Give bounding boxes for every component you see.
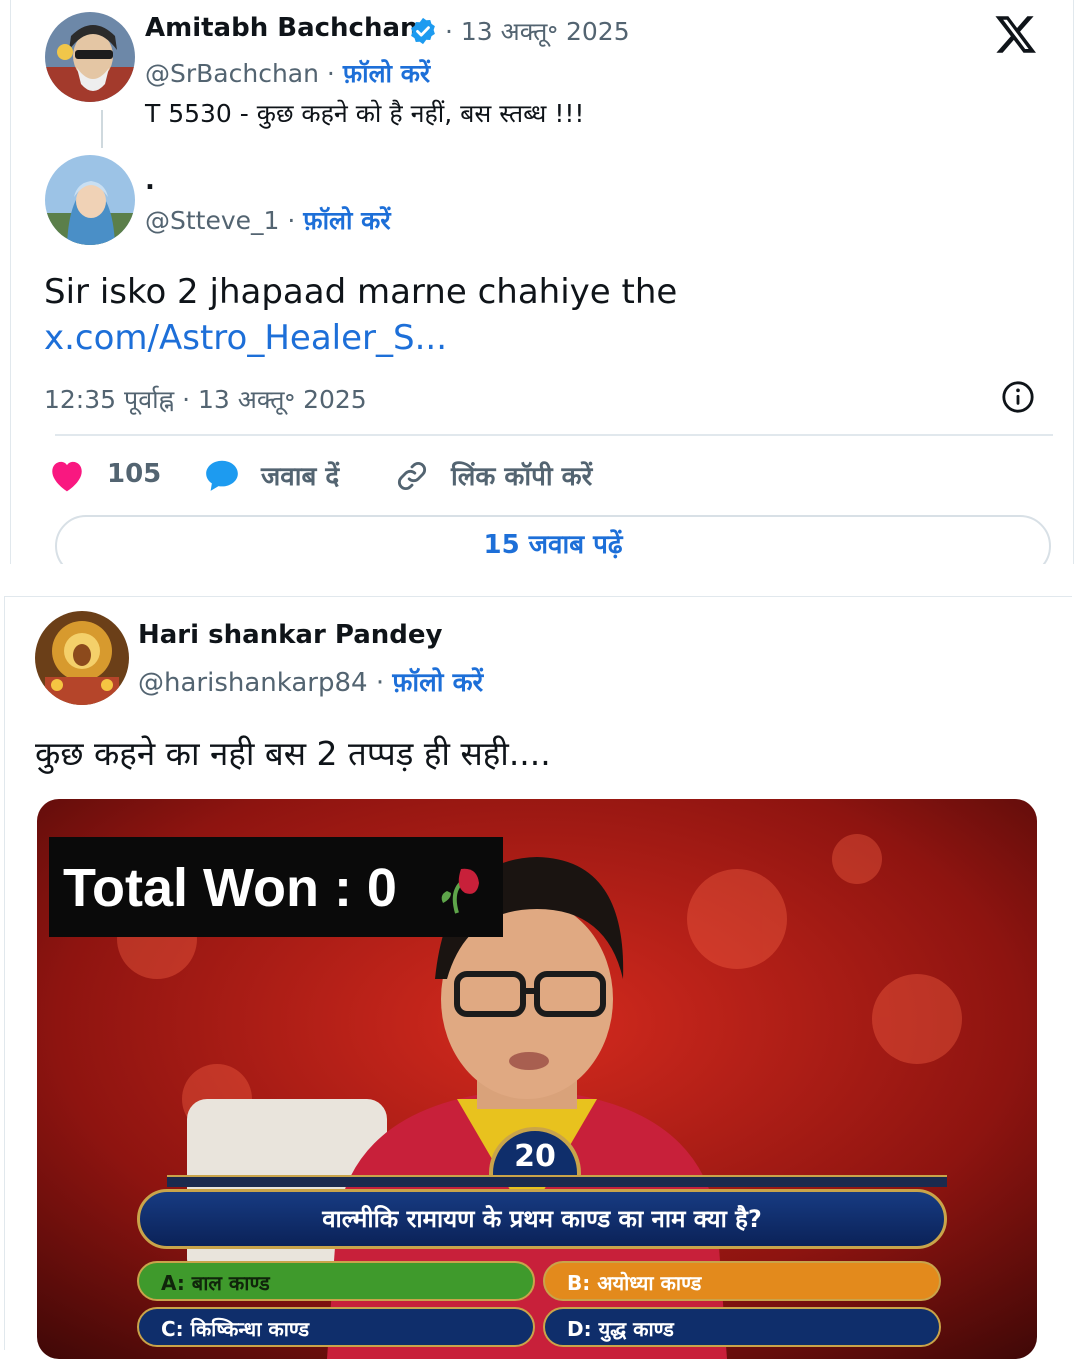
avatar-main-author[interactable] bbox=[45, 12, 135, 102]
main-tweet-text: T 5530 - कुछ कहने को है नहीं, बस स्तब्ध … bbox=[145, 99, 585, 128]
reply-action-label: जवाब दें bbox=[261, 462, 340, 492]
option-d: D: युद्ध काण्ड bbox=[543, 1307, 941, 1347]
card-gap bbox=[0, 564, 1080, 596]
question-box: वाल्मीकि रामायण के प्रथम काण्ड का नाम क्… bbox=[137, 1189, 947, 1249]
reply-tweet-link[interactable]: x.com/Astro_Healer_S... bbox=[44, 318, 447, 358]
reply-author-handle[interactable]: @Stteve_1 bbox=[145, 206, 279, 235]
timer-value: 20 bbox=[514, 1139, 556, 1174]
reply-tweet-text: Sir isko 2 jhapaad marne chahiye the bbox=[44, 272, 678, 312]
option-a-label: A: बाल काण्ड bbox=[161, 1271, 270, 1295]
handle-separator: · bbox=[287, 206, 296, 235]
wilted-rose-icon bbox=[437, 863, 487, 921]
option-c: C: किष्किन्धा काण्ड bbox=[137, 1307, 535, 1347]
follow-button-card2[interactable]: फ़ॉलो करें bbox=[392, 668, 483, 698]
follow-button-reply[interactable]: फ़ॉलो करें bbox=[303, 206, 390, 235]
total-won-text: Total Won : 0 bbox=[63, 858, 397, 918]
x-logo-icon[interactable] bbox=[993, 12, 1039, 60]
question-text: वाल्मीकि रामायण के प्रथम काण्ड का नाम क्… bbox=[322, 1205, 762, 1233]
option-b-label: B: अयोध्या काण्ड bbox=[567, 1271, 702, 1295]
link-icon bbox=[395, 459, 429, 497]
card2-author-handle[interactable]: @harishankarp84 bbox=[138, 668, 368, 698]
main-author-handle[interactable]: @SrBachchan bbox=[145, 59, 319, 88]
thread-connector-line bbox=[101, 110, 103, 148]
option-c-label: C: किष्किन्धा काण्ड bbox=[161, 1317, 310, 1341]
handle-separator: · bbox=[326, 59, 335, 88]
info-icon[interactable] bbox=[1001, 380, 1035, 418]
avatar-card2-author[interactable] bbox=[35, 611, 129, 705]
reply-timestamp[interactable]: 12:35 पूर्वाह्न · 13 अक्तू॰ 2025 bbox=[44, 382, 367, 416]
quiz-track-bar bbox=[167, 1175, 947, 1187]
main-author-name[interactable]: Amitabh Bachchan bbox=[145, 13, 419, 43]
embedded-tweet-card: Amitabh Bachchan · 13 अक्तू॰ 2025 @SrBac… bbox=[10, 0, 1074, 577]
reply-author-name[interactable]: . bbox=[145, 166, 155, 196]
copy-link-label: लिंक कॉपी करें bbox=[451, 462, 593, 492]
handle-separator: · bbox=[375, 668, 385, 698]
option-d-label: D: युद्ध काण्ड bbox=[567, 1317, 674, 1341]
main-tweet-date[interactable]: · 13 अक्तू॰ 2025 bbox=[445, 14, 630, 48]
option-b: B: अयोध्या काण्ड bbox=[543, 1261, 941, 1301]
heart-icon bbox=[47, 457, 87, 497]
card2-author-name[interactable]: Hari shankar Pandey bbox=[138, 620, 442, 650]
follow-button-main[interactable]: फ़ॉलो करें bbox=[343, 59, 430, 88]
total-won-banner: Total Won : 0 bbox=[49, 837, 503, 937]
card2-tweet-text: कुछ कहने का नही बस 2 तप्पड़ ही सही.... bbox=[35, 734, 551, 773]
tweet-divider bbox=[55, 434, 1053, 436]
option-a: A: बाल काण्ड bbox=[137, 1261, 535, 1301]
avatar-reply-author[interactable] bbox=[45, 155, 135, 245]
tweet-media-image[interactable]: Total Won : 0 20 वाल्मीकि रामायण के प्रथ… bbox=[37, 799, 1037, 1359]
reply-bubble-icon bbox=[203, 457, 241, 497]
like-count: 105 bbox=[107, 459, 162, 489]
verified-badge-icon bbox=[408, 16, 438, 50]
